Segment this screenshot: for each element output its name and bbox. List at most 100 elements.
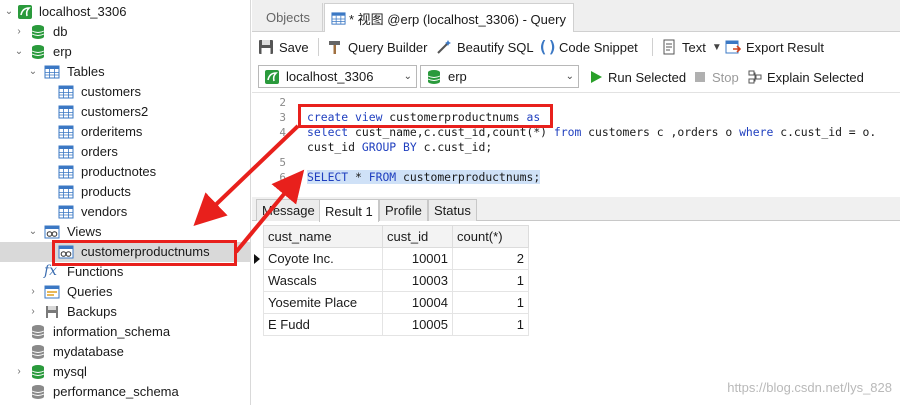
tab-message[interactable]: Message <box>256 199 321 221</box>
database-label: mysql <box>53 364 87 379</box>
tab-objects[interactable]: Objects <box>254 3 323 32</box>
tree-mysql[interactable]: › mysql <box>0 362 250 382</box>
cell-cust-name[interactable]: Coyote Inc. <box>254 247 383 270</box>
tree-views[interactable]: ⌄ Views <box>0 222 250 242</box>
table-row[interactable]: Wascals 10003 1 <box>263 269 529 292</box>
chevron-down-icon[interactable]: ⌄ <box>4 7 14 17</box>
table-item-orderitems[interactable]: orderitems <box>0 122 250 142</box>
chevron-down-icon: ⌄ <box>403 71 412 82</box>
cell-count[interactable]: 1 <box>452 269 529 292</box>
table-icon <box>58 165 74 179</box>
stop-label: Stop <box>712 69 739 85</box>
query-builder-button[interactable]: Query Builder <box>327 37 427 57</box>
table-row[interactable]: Coyote Inc. 10001 2 <box>254 247 529 270</box>
table-item-productnotes[interactable]: productnotes <box>0 162 250 182</box>
cell-count[interactable]: 1 <box>452 291 529 314</box>
tree-information-schema[interactable]: information_schema <box>0 322 250 342</box>
connection-select-value: localhost_3306 <box>286 69 374 84</box>
chevron-right-icon[interactable]: › <box>14 27 24 37</box>
tree-connection[interactable]: ⌄ localhost_3306 <box>0 2 250 22</box>
result-table: cust_name cust_id count(*) Coyote Inc. 1… <box>254 225 529 336</box>
tab-objects-label: Objects <box>265 10 311 25</box>
chevron-down-icon[interactable]: ⌄ <box>28 227 38 237</box>
result-grid[interactable]: cust_name cust_id count(*) Coyote Inc. 1… <box>252 222 900 405</box>
db-label: db <box>53 24 68 39</box>
chevron-right-icon[interactable]: › <box>14 367 24 377</box>
table-item-label: customers2 <box>81 104 149 119</box>
table-item-label: productnotes <box>81 164 157 179</box>
cell-cust-name[interactable]: Wascals <box>263 269 383 292</box>
export-result-button[interactable]: Export Result <box>725 37 824 57</box>
table-item-vendors[interactable]: vendors <box>0 202 250 222</box>
table-item-customers2[interactable]: customers2 <box>0 102 250 122</box>
tab-query[interactable]: * 视图 @erp (localhost_3306) - Query <box>324 3 574 32</box>
code-snippet-button[interactable]: () Code Snippet <box>538 37 638 57</box>
tab-status[interactable]: Status <box>428 199 477 221</box>
database-icon <box>31 45 45 59</box>
tree-erp[interactable]: ⌄ erp <box>0 42 250 62</box>
table-item-orders[interactable]: orders <box>0 142 250 162</box>
table-item-label: vendors <box>81 204 128 219</box>
code-line-group-by: cust_id GROUP BY c.cust_id; <box>307 140 493 154</box>
table-item-customers[interactable]: customers <box>0 82 250 102</box>
table-item-products[interactable]: products <box>0 182 250 202</box>
tree-tables[interactable]: ⌄ Tables <box>0 62 250 82</box>
table-row[interactable]: Yosemite Place 10004 1 <box>263 291 529 314</box>
explain-selected-label: Explain Selected <box>767 69 864 85</box>
cell-cust-id[interactable]: 10005 <box>382 313 453 336</box>
tab-result-1[interactable]: Result 1 <box>319 199 379 222</box>
database-icon <box>31 345 45 359</box>
database-icon <box>31 385 45 399</box>
run-selected-label: Run Selected <box>608 69 687 85</box>
table-item-label: orderitems <box>81 124 143 139</box>
tree-db[interactable]: › db <box>0 22 250 42</box>
connection-select[interactable]: localhost_3306 ⌄ <box>258 65 417 88</box>
erp-label: erp <box>53 44 72 59</box>
result-tabs: Message Result 1 Profile Status <box>252 197 900 222</box>
text-button[interactable]: Text ▼ <box>661 37 722 57</box>
database-icon <box>31 25 45 39</box>
database-label: information_schema <box>53 324 171 339</box>
chevron-down-icon: ⌄ <box>565 71 574 82</box>
tree-backups[interactable]: › Backups <box>0 302 250 322</box>
tree-performance-schema[interactable]: performance_schema <box>0 382 250 402</box>
cell-cust-name[interactable]: Yosemite Place <box>263 291 383 314</box>
tab-status-label: Status <box>434 203 471 218</box>
beautify-sql-button[interactable]: Beautify SQL <box>436 37 534 57</box>
cell-cust-id[interactable]: 10001 <box>382 247 453 270</box>
chevron-down-icon[interactable]: ⌄ <box>14 47 24 57</box>
database-icon <box>31 365 45 379</box>
current-row-indicator <box>254 254 260 264</box>
database-icon <box>31 325 45 339</box>
database-select[interactable]: erp ⌄ <box>420 65 579 88</box>
stop-icon <box>695 72 705 82</box>
cell-count[interactable]: 1 <box>452 313 529 336</box>
stop-button[interactable]: Stop <box>693 68 739 86</box>
table-icon <box>58 85 74 99</box>
explain-selected-button[interactable]: Explain Selected <box>748 68 864 86</box>
column-header[interactable]: count(*) <box>452 225 529 248</box>
cell-cust-id[interactable]: 10003 <box>382 269 453 292</box>
run-selected-button[interactable]: Run Selected <box>589 68 686 86</box>
line-number: 4 <box>279 126 286 139</box>
cell-cust-id[interactable]: 10004 <box>382 291 453 314</box>
table-item-label: products <box>81 184 131 199</box>
beautify-sql-label: Beautify SQL <box>457 39 534 55</box>
table-icon <box>58 205 74 219</box>
column-header[interactable]: cust_name <box>263 225 383 248</box>
cell-text: Coyote Inc. <box>268 251 334 266</box>
chevron-right-icon[interactable]: › <box>28 287 38 297</box>
cell-count[interactable]: 2 <box>452 247 529 270</box>
chevron-down-icon[interactable]: ⌄ <box>28 67 38 77</box>
watermark: https://blog.csdn.net/lys_828 <box>727 380 892 395</box>
chevron-right-icon[interactable]: › <box>28 307 38 317</box>
save-button[interactable]: Save <box>258 37 309 57</box>
table-row[interactable]: E Fudd 10005 1 <box>263 313 529 336</box>
table-icon <box>58 145 74 159</box>
tree-queries[interactable]: › Queries <box>0 282 250 302</box>
views-label: Views <box>67 224 102 239</box>
tree-mydatabase[interactable]: mydatabase <box>0 342 250 362</box>
cell-cust-name[interactable]: E Fudd <box>263 313 383 336</box>
column-header[interactable]: cust_id <box>382 225 453 248</box>
tab-profile[interactable]: Profile <box>379 199 428 221</box>
